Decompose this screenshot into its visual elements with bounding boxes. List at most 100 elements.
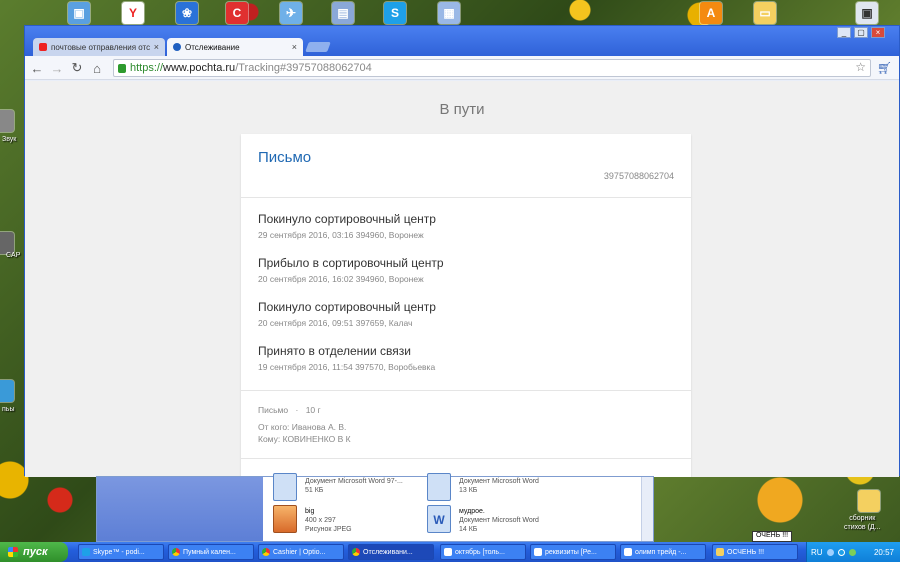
taskbar-item-label: Отслеживани...: [363, 548, 413, 556]
windows-logo-icon: [8, 547, 18, 557]
word-icon: [624, 548, 632, 556]
network-icon[interactable]: [848, 548, 856, 556]
divider: [241, 197, 691, 198]
new-tab-button[interactable]: [305, 42, 331, 52]
file-type: Документ Microsoft Word: [459, 478, 539, 485]
skype-icon[interactable]: S: [384, 2, 406, 24]
close-icon[interactable]: ×: [292, 42, 297, 52]
app-red-icon[interactable]: C: [226, 2, 248, 24]
taskbar-item-skype[interactable]: Skype™ - podi...: [78, 544, 164, 560]
minimize-button[interactable]: _: [837, 27, 851, 38]
taskbar-item-autumn[interactable]: ОСЧЕНЬ !!!: [712, 544, 798, 560]
address-bar[interactable]: https:// www.pochta.ru /Tracking#3975708…: [113, 59, 871, 77]
tab-postal-search[interactable]: почтовые отправления отс ×: [33, 38, 165, 56]
word-document-icon[interactable]: W: [427, 505, 451, 533]
word-document-icon[interactable]: [427, 473, 451, 501]
explorer-sidebar: [97, 477, 263, 541]
recipient: Кому: КОВИНЕНКО В К: [258, 434, 351, 444]
home-icon[interactable]: ⌂: [89, 60, 105, 76]
taskbar-item-calendar[interactable]: Пумный кален...: [168, 544, 254, 560]
file-type: Документ Microsoft Word 97-...: [305, 478, 403, 485]
chrome-icon: [262, 548, 270, 556]
taskbar-item-requisites[interactable]: реквизиты [Ре...: [530, 544, 616, 560]
word-icon: [534, 548, 542, 556]
desktop-label-left-3: пьы: [2, 406, 15, 413]
taskbar-item-october[interactable]: октябрь [толь...: [440, 544, 526, 560]
separator: ·: [295, 405, 299, 415]
tracking-event: Покинуло сортировочный центр 29 сентября…: [258, 212, 436, 240]
event-title: Покинуло сортировочный центр: [258, 300, 436, 314]
forward-arrow-icon[interactable]: →: [49, 60, 65, 76]
desktop-label-left-1: Звук: [2, 136, 17, 143]
file-name: мудрое.: [459, 508, 485, 515]
file-size: 14 КБ: [459, 526, 478, 533]
taskbar-item-label: Skype™ - podi...: [93, 548, 145, 556]
event-meta: 20 сентября 2016, 09:51 397659, Калач: [258, 318, 413, 328]
desktop-icon-6[interactable]: ▤: [332, 2, 354, 24]
word-document-icon[interactable]: [273, 473, 297, 501]
tray-app-icon[interactable]: [826, 548, 834, 556]
taskbar-item-olymp[interactable]: олимп трейд -...: [620, 544, 706, 560]
chrome-icon: [172, 548, 180, 556]
reload-icon[interactable]: ↻: [69, 60, 85, 76]
event-title: Прибыло в сортировочный центр: [258, 256, 444, 270]
start-button[interactable]: пуск: [0, 542, 68, 562]
back-arrow-icon[interactable]: ←: [29, 60, 45, 76]
file-item[interactable]: Документ Microsoft Word 13 КБ: [459, 477, 539, 495]
file-item[interactable]: big 400 x 297 Рисунок JPEG: [305, 507, 352, 534]
folder-icon[interactable]: [858, 490, 880, 512]
tracking-card: Письмо 39757088062704 Покинуло сортирово…: [241, 134, 691, 477]
tracking-event: Покинуло сортировочный центр 20 сентября…: [258, 300, 436, 328]
desktop-icon-1[interactable]: ▣: [68, 2, 90, 24]
folder-icon: [716, 548, 724, 556]
file-item[interactable]: мудрое. Документ Microsoft Word 14 КБ: [459, 507, 539, 534]
sender: От кого: Иванова А. В.: [258, 422, 347, 432]
taskbar-item-label: ОСЧЕНЬ !!!: [727, 548, 765, 556]
skype-tray-icon[interactable]: [837, 548, 845, 556]
file-type: Документ Microsoft Word: [459, 517, 539, 524]
event-meta: 19 сентября 2016, 11:54 397570, Воробьев…: [258, 362, 436, 372]
taskbar-item-label: Cashier | Optio...: [273, 548, 326, 556]
page-title: В пути: [439, 101, 485, 118]
yandex-browser-icon[interactable]: Y: [122, 2, 144, 24]
desktop-icon-11[interactable]: ▣: [856, 2, 878, 24]
cart-extension-icon[interactable]: 🛒︎: [877, 61, 892, 75]
taskbar-item-label: олимп трейд -...: [635, 548, 687, 556]
taskbar-item-label: реквизиты [Ре...: [545, 548, 597, 556]
avast-icon[interactable]: A: [700, 2, 722, 24]
explorer-scrollbar[interactable]: [641, 477, 653, 541]
close-icon[interactable]: ×: [154, 42, 159, 52]
item-info: Письмо · 10 г: [258, 405, 321, 415]
tracking-event: Прибыло в сортировочный центр 20 сентябр…: [258, 256, 444, 284]
file-item[interactable]: Документ Microsoft Word 97-... 51 КБ: [305, 477, 403, 495]
paw-icon[interactable]: ❀: [176, 2, 198, 24]
close-window-button[interactable]: ×: [871, 27, 885, 38]
bookmark-star-icon[interactable]: ☆: [855, 60, 866, 74]
divider: [241, 390, 691, 391]
item-weight: 10 г: [305, 405, 321, 415]
folder-icon[interactable]: ▭: [754, 2, 776, 24]
item-type: Письмо: [258, 405, 289, 415]
tab-tracking[interactable]: Отслеживание ×: [167, 38, 303, 56]
language-indicator[interactable]: RU: [811, 548, 823, 557]
maximize-button[interactable]: ▢: [854, 27, 868, 38]
card-title: Письмо: [258, 149, 312, 166]
desktop-icon-left-1[interactable]: [0, 110, 14, 132]
desktop-icon-8[interactable]: ▦: [438, 2, 460, 24]
word-icon: [444, 548, 452, 556]
tracking-event: Принято в отделении связи 19 сентября 20…: [258, 344, 435, 372]
file-size: 51 КБ: [305, 487, 324, 494]
file-size: Рисунок JPEG: [305, 526, 352, 533]
taskbar-item-label: октябрь [толь...: [455, 548, 505, 556]
desktop-icon-left-3[interactable]: [0, 380, 14, 402]
event-title: Принято в отделении связи: [258, 344, 411, 358]
bird-icon[interactable]: ✈: [280, 2, 302, 24]
url-scheme: https://: [130, 62, 164, 74]
desktop-icon-left-2[interactable]: [0, 232, 14, 254]
image-file-icon[interactable]: [273, 505, 297, 533]
desktop-tooltip: ОЧЕНЬ !!!: [752, 531, 793, 542]
taskbar-item-tracking[interactable]: Отслеживани...: [348, 544, 434, 560]
taskbar-item-cashier[interactable]: Cashier | Optio...: [258, 544, 344, 560]
divider: [241, 458, 691, 459]
url-path: /Tracking#39757088062704: [235, 62, 372, 74]
